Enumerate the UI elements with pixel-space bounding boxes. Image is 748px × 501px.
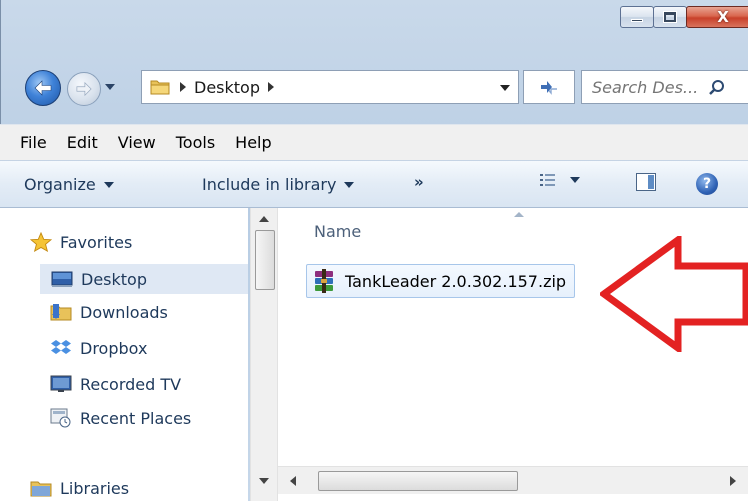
breadcrumb-separator-icon: [180, 82, 186, 92]
downloads-folder-icon: [50, 304, 72, 321]
scroll-up-icon[interactable]: [259, 216, 269, 222]
nav-favorites[interactable]: Favorites: [30, 232, 132, 252]
help-icon[interactable]: ?: [696, 173, 718, 195]
menu-view[interactable]: View: [110, 133, 164, 152]
folder-icon: [150, 80, 170, 95]
maximize-button[interactable]: [653, 6, 687, 28]
nav-item-label: Recent Places: [80, 408, 192, 428]
favorites-label: Favorites: [60, 232, 133, 252]
star-icon: [30, 232, 52, 252]
chevron-down-icon: [344, 181, 355, 188]
menu-file[interactable]: File: [12, 133, 55, 152]
organize-label: Organize: [24, 175, 96, 194]
back-button[interactable]: [25, 70, 61, 106]
scroll-left-icon[interactable]: [290, 476, 296, 486]
close-button[interactable]: X: [686, 6, 748, 28]
include-in-library-button[interactable]: Include in library: [202, 175, 355, 194]
recorded-tv-icon: [50, 375, 72, 392]
dropbox-icon: [51, 340, 71, 354]
navigation-pane: Favorites Desktop Downloads Dropbox Reco…: [0, 208, 248, 501]
preview-pane-icon[interactable]: [636, 173, 656, 191]
search-input[interactable]: [592, 77, 710, 97]
menu-tools[interactable]: Tools: [168, 133, 223, 152]
refresh-icon: [541, 81, 557, 95]
sort-ascending-icon: [514, 212, 524, 217]
nav-item-dropbox[interactable]: Dropbox: [50, 338, 147, 358]
address-history-dropdown[interactable]: [500, 85, 510, 91]
desktop-icon: [51, 271, 73, 287]
recent-pages-dropdown[interactable]: [105, 84, 115, 90]
nav-item-label: Recorded TV: [80, 374, 182, 394]
nav-item-label: Desktop: [81, 269, 147, 289]
file-list-pane: Name TankLeader 2.0.302.157.zip: [278, 208, 748, 501]
minimize-button[interactable]: [620, 6, 654, 28]
breadcrumb-separator-icon[interactable]: [267, 82, 274, 92]
search-box[interactable]: [581, 70, 748, 104]
libraries-label: Libraries: [60, 478, 130, 498]
recent-places-icon: [50, 408, 71, 428]
annotation-arrow-icon: [600, 236, 748, 352]
more-commands-button[interactable]: »: [414, 173, 424, 191]
include-in-library-label: Include in library: [202, 175, 337, 194]
menu-edit[interactable]: Edit: [59, 133, 106, 152]
caption-buttons: X: [620, 6, 748, 32]
minimize-icon: [631, 19, 643, 22]
change-view-button[interactable]: [540, 173, 580, 187]
file-item[interactable]: TankLeader 2.0.302.157.zip: [306, 264, 576, 298]
file-name: TankLeader 2.0.302.157.zip: [345, 271, 567, 291]
column-header-name[interactable]: Name: [314, 222, 361, 241]
libraries-icon: [30, 481, 52, 497]
breadcrumb-item-desktop[interactable]: Desktop: [194, 78, 260, 97]
back-arrow-icon: [34, 80, 52, 96]
maximize-icon: [663, 11, 677, 23]
menu-help[interactable]: Help: [227, 133, 279, 152]
menu-bar: File Edit View Tools Help: [0, 124, 748, 160]
nav-item-downloads[interactable]: Downloads: [50, 302, 168, 322]
file-list-horizontal-scrollbar[interactable]: [278, 466, 748, 494]
views-icon: [540, 174, 555, 186]
address-bar[interactable]: Desktop: [141, 70, 519, 104]
winrar-archive-icon: [315, 269, 333, 293]
scrollbar-thumb[interactable]: [255, 230, 275, 290]
nav-libraries[interactable]: Libraries: [30, 478, 129, 498]
chevron-down-icon: [103, 181, 114, 188]
navigation-bar: Desktop: [1, 62, 748, 112]
nav-item-desktop[interactable]: Desktop: [40, 264, 248, 294]
nav-item-recorded-tv[interactable]: Recorded TV: [50, 374, 181, 394]
command-bar: Organize Include in library » ?: [0, 160, 748, 208]
refresh-button[interactable]: [523, 70, 575, 104]
organize-button[interactable]: Organize: [24, 175, 114, 194]
nav-item-label: Downloads: [80, 302, 168, 322]
scrollbar-thumb[interactable]: [318, 471, 518, 491]
forward-button[interactable]: [67, 72, 101, 106]
forward-arrow-icon: [76, 81, 92, 97]
breadcrumb[interactable]: Desktop: [180, 78, 274, 97]
nav-pane-scrollbar[interactable]: [250, 208, 278, 501]
chevron-down-icon: [570, 177, 580, 183]
scroll-right-icon[interactable]: [730, 476, 736, 486]
close-icon: X: [717, 8, 729, 26]
nav-item-recent-places[interactable]: Recent Places: [50, 408, 191, 428]
nav-item-label: Dropbox: [80, 338, 148, 358]
search-icon[interactable]: [708, 79, 726, 97]
scroll-down-icon[interactable]: [259, 478, 269, 484]
